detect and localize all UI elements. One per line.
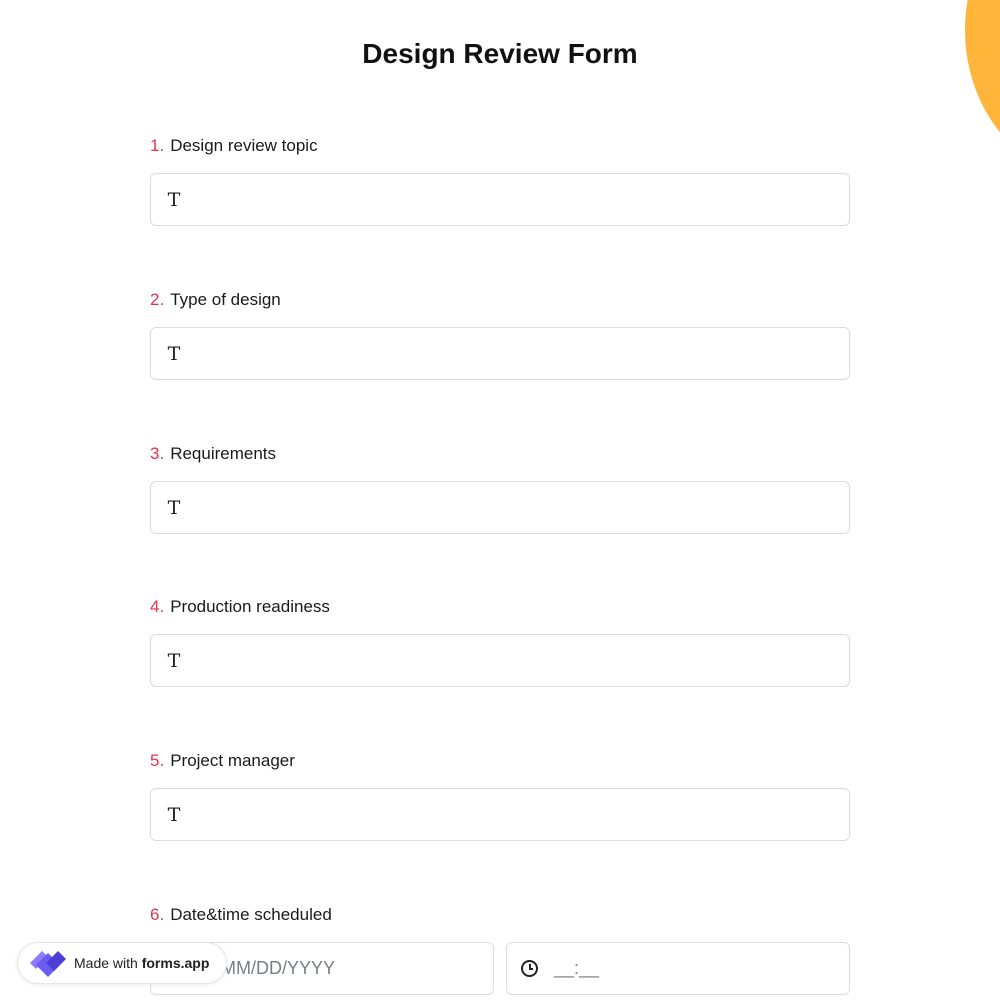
question-label: 4. Production readiness (150, 597, 850, 619)
time-placeholder: __:__ (554, 958, 600, 978)
question-text: Date&time scheduled (170, 905, 332, 924)
design-review-topic-input[interactable] (193, 174, 849, 225)
badge-prefix: Made with (74, 955, 138, 971)
project-manager-field[interactable]: T (150, 788, 850, 841)
question-number: 1. (150, 136, 165, 155)
question-number: 6. (150, 905, 165, 924)
question-number: 2. (150, 290, 165, 309)
text-type-icon: T (167, 188, 181, 211)
design-review-topic-field[interactable]: T (150, 173, 850, 226)
text-type-icon: T (167, 649, 181, 672)
type-of-design-input[interactable] (193, 328, 849, 379)
text-type-icon: T (167, 342, 181, 365)
question-label: 1. Design review topic (150, 136, 850, 158)
form-page: Design Review Form 1. Design review topi… (0, 0, 1000, 1000)
type-of-design-field[interactable]: T (150, 327, 850, 380)
question-project-manager: 5. Project manager T (150, 751, 850, 841)
question-number: 4. (150, 597, 165, 616)
question-number: 3. (150, 444, 165, 463)
form-title: Design Review Form (362, 38, 638, 69)
badge-brand: forms.app (141, 955, 210, 971)
question-number: 5. (150, 751, 165, 770)
question-text: Production readiness (170, 597, 330, 616)
production-readiness-field[interactable]: T (150, 634, 850, 687)
requirements-field[interactable]: T (150, 481, 850, 534)
text-type-icon: T (167, 496, 181, 519)
question-label: 6. Date&time scheduled (150, 905, 850, 927)
date-placeholder: MM/DD/YYYY (221, 958, 336, 978)
question-label: 3. Requirements (150, 444, 850, 466)
question-label: 5. Project manager (150, 751, 850, 773)
badge-text: Made with forms.app (74, 955, 209, 971)
time-field[interactable]: __:__ (506, 942, 850, 995)
clock-icon (521, 960, 538, 977)
question-type-of-design: 2. Type of design T (150, 290, 850, 380)
made-with-forms-app-badge[interactable]: Made with forms.app (17, 942, 227, 984)
question-production-readiness: 4. Production readiness T (150, 597, 850, 687)
question-label: 2. Type of design (150, 290, 850, 312)
question-design-review-topic: 1. Design review topic T (150, 136, 850, 226)
date-time-row: MM/DD/YYYY __:__ (150, 942, 850, 995)
forms-app-logo-icon (30, 951, 66, 977)
requirements-input[interactable] (193, 482, 849, 533)
question-requirements: 3. Requirements T (150, 444, 850, 534)
project-manager-input[interactable] (193, 789, 849, 840)
decorative-blob (965, 0, 1000, 180)
question-text: Requirements (170, 444, 277, 463)
production-readiness-input[interactable] (193, 635, 849, 686)
question-date-time-scheduled: 6. Date&time scheduled MM/DD/YYYY __:__ (150, 905, 850, 995)
question-text: Design review topic (170, 136, 318, 155)
question-text: Project manager (170, 751, 295, 770)
text-type-icon: T (167, 803, 181, 826)
question-text: Type of design (170, 290, 281, 309)
